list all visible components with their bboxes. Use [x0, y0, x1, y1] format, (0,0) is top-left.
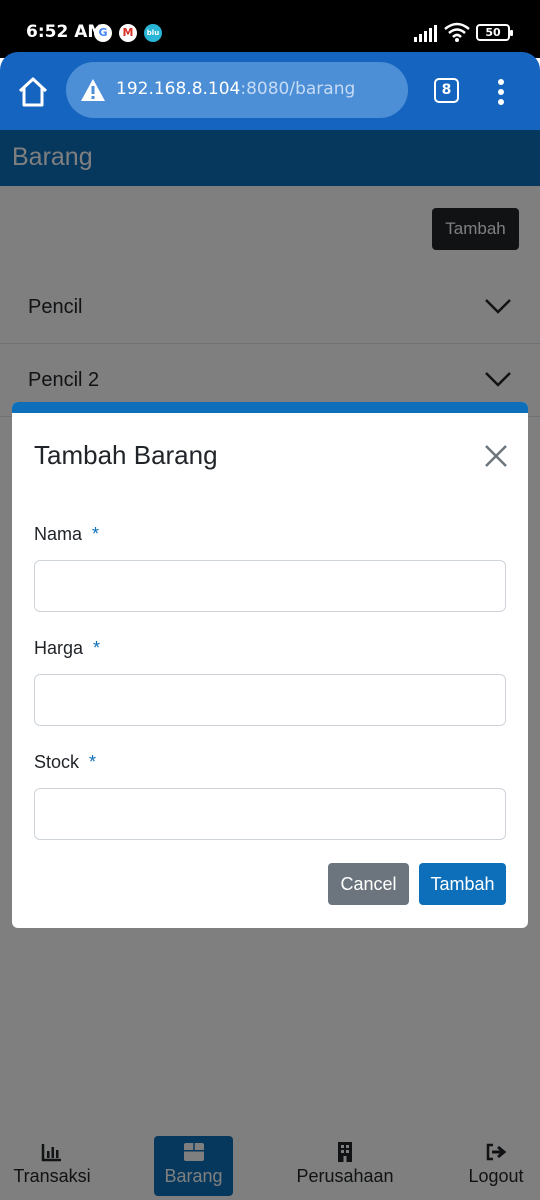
field-label-harga: Harga * — [34, 638, 100, 659]
required-marker: * — [93, 638, 101, 658]
harga-input[interactable] — [34, 674, 506, 726]
nama-input[interactable] — [34, 560, 506, 612]
modal-backdrop-header — [0, 130, 540, 186]
url-path: :8080/barang — [240, 79, 356, 99]
required-marker: * — [92, 524, 100, 544]
field-label-text: Harga — [34, 638, 84, 658]
stock-input[interactable] — [34, 788, 506, 840]
field-label-text: Nama — [34, 524, 83, 544]
field-label-stock: Stock * — [34, 752, 96, 773]
warning-icon — [81, 79, 105, 101]
cancel-button[interactable]: Cancel — [328, 863, 409, 905]
home-icon[interactable] — [14, 74, 52, 110]
url-text: 192.168.8.104:8080/barang — [116, 79, 355, 99]
wifi-icon — [444, 22, 470, 42]
google-icon: G — [94, 24, 112, 42]
gmail-icon: M — [119, 24, 137, 42]
battery-icon: 50 — [476, 24, 513, 41]
modal-title: Tambah Barang — [34, 440, 218, 470]
field-label-nama: Nama * — [34, 524, 99, 545]
modal-accent-bar — [12, 402, 528, 413]
add-item-modal: Tambah Barang Nama * Harga * Stock * Cancel… — [12, 402, 528, 928]
signal-icon — [414, 25, 437, 42]
submit-button[interactable]: Tambah — [419, 863, 506, 905]
status-time: 6:52 AM — [26, 22, 105, 42]
blu-icon: blu — [144, 24, 162, 42]
url-host: 192.168.8.104 — [116, 79, 241, 99]
close-icon[interactable] — [482, 442, 510, 470]
required-marker: * — [89, 752, 97, 772]
address-bar[interactable]: 192.168.8.104:8080/barang — [66, 62, 408, 118]
more-menu-icon[interactable] — [488, 78, 514, 106]
tab-switcher-button[interactable]: 8 — [434, 78, 459, 103]
status-bar: 6:52 AM G M blu 50 — [0, 0, 540, 58]
browser-toolbar: 192.168.8.104:8080/barang 8 — [0, 52, 540, 130]
field-label-text: Stock — [34, 752, 80, 772]
